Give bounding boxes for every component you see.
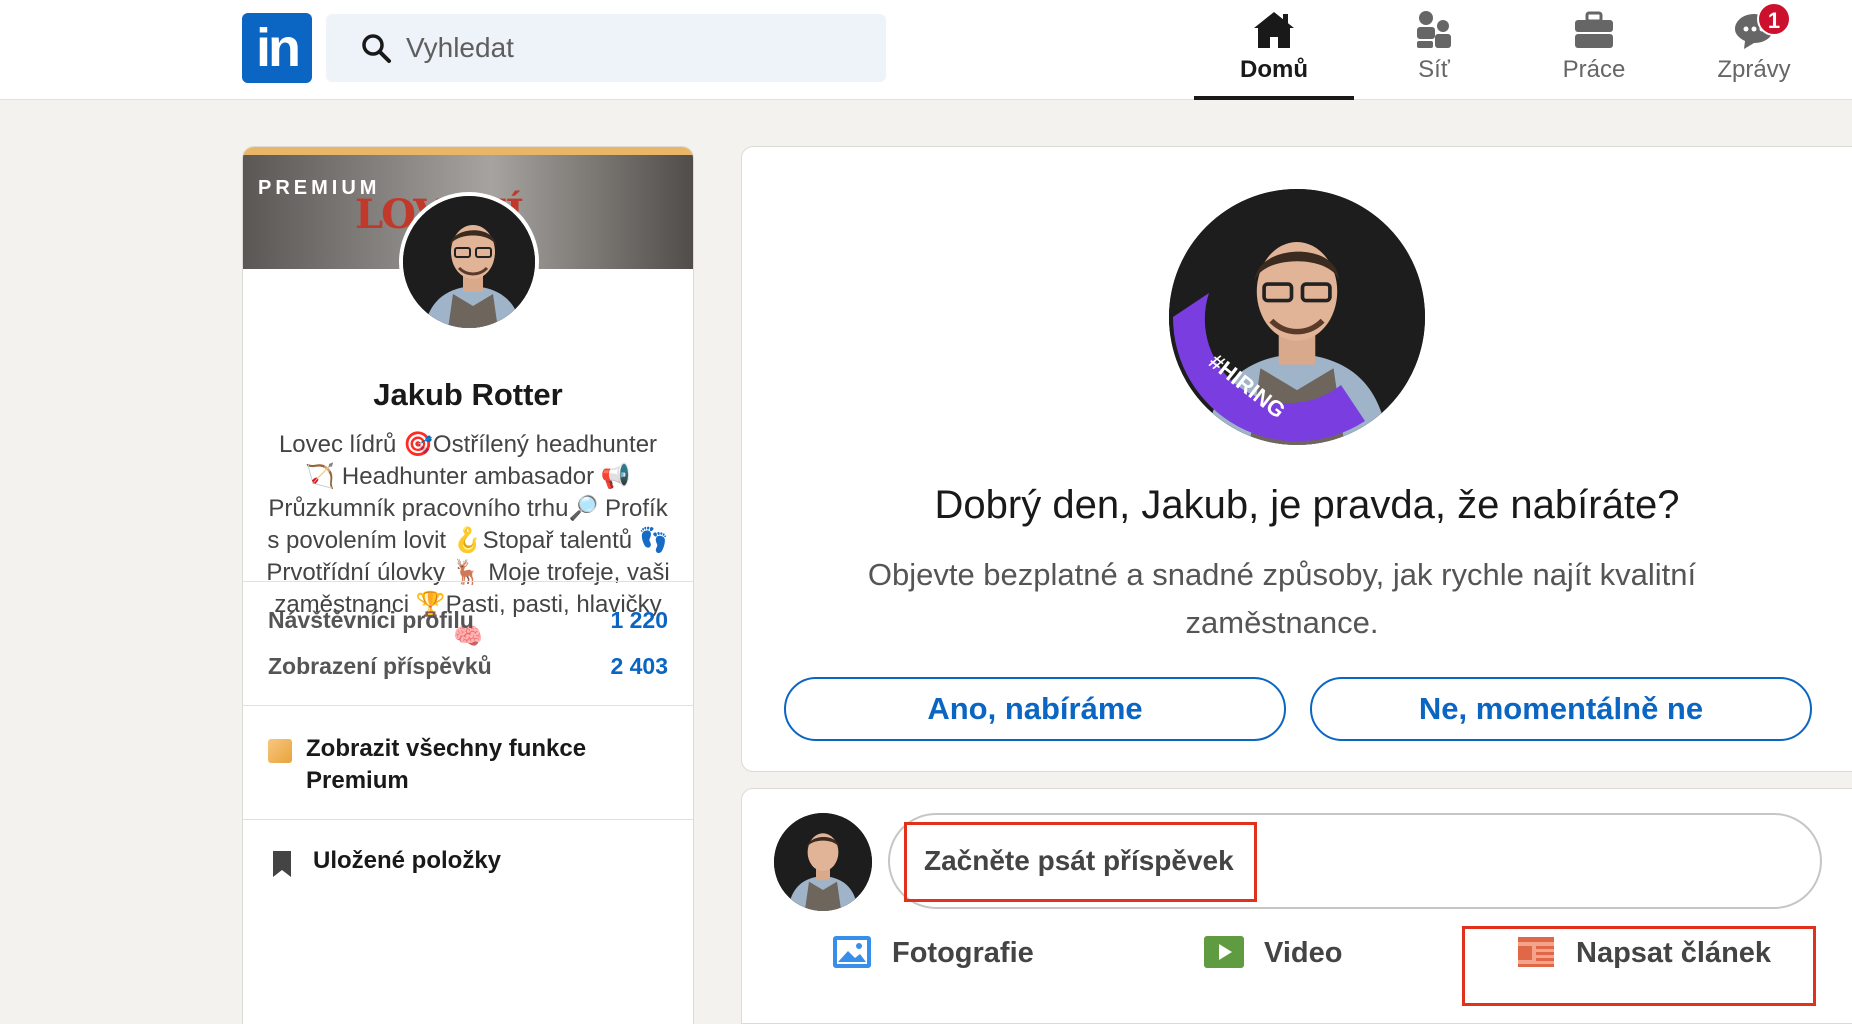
stat-value: 1 220	[610, 607, 668, 633]
nav-item-jobs[interactable]: Práce	[1514, 0, 1674, 100]
profile-name[interactable]: Jakub Rotter	[243, 377, 693, 413]
composer-avatar[interactable]	[774, 813, 872, 911]
search-icon	[362, 34, 391, 63]
write-article-label: Napsat článek	[1576, 937, 1772, 969]
nav-label-home: Domů	[1240, 56, 1308, 83]
profile-card: PREMIUM LOVENÍ Jakub Rotter Lovec lídrů …	[242, 146, 694, 1024]
home-icon	[1254, 12, 1294, 48]
saved-items-label: Uložené položky	[313, 847, 502, 874]
photo-icon	[833, 936, 871, 968]
person-photo-icon	[403, 196, 535, 328]
divider	[243, 819, 693, 820]
nav-item-messaging[interactable]: Zprávy	[1674, 0, 1834, 100]
profile-avatar[interactable]	[399, 192, 539, 332]
yes-hiring-button[interactable]: Ano, nabíráme	[784, 677, 1286, 741]
person-photo-icon	[774, 813, 872, 911]
photo-button[interactable]: Fotografie	[832, 929, 1052, 979]
start-post-input[interactable]: Začněte psát příspěvek	[888, 813, 1822, 909]
video-icon	[1204, 936, 1244, 968]
bookmark-icon	[273, 851, 291, 877]
notification-badge: 1	[1757, 2, 1791, 36]
premium-link-label: Zobrazit všechny funkce Premium	[306, 735, 587, 794]
stat-label: Zobrazení příspěvků	[268, 653, 492, 679]
nav-label-network: Síť	[1418, 56, 1450, 83]
divider	[243, 705, 693, 706]
stat-label: Návštěvníci profilu	[268, 607, 474, 633]
not-hiring-button[interactable]: Ne, momentálně ne	[1310, 677, 1812, 741]
briefcase-icon	[1575, 11, 1613, 48]
linkedin-logo[interactable]: in	[242, 13, 312, 83]
premium-icon	[268, 739, 292, 763]
hiring-frame-icon: #HIRING	[1172, 293, 1365, 442]
hiring-title: Dobrý den, Jakub, je pravda, že nabíráte…	[934, 483, 1680, 527]
search-input[interactable]: Vyhledat	[326, 14, 886, 82]
hiring-subtitle: Objevte bezplatné a snadné způsoby, jak …	[867, 557, 1697, 640]
nav-item-home[interactable]: Domů	[1194, 0, 1354, 100]
nav-label-messaging: Zprávy	[1717, 56, 1791, 83]
video-button[interactable]: Video	[1204, 929, 1374, 979]
start-post-placeholder: Začněte psát příspěvek	[924, 845, 1234, 876]
stat-post-impressions[interactable]: Zobrazení příspěvků 2 403	[268, 653, 668, 689]
post-composer: Začněte psát příspěvek Fotografie Video …	[741, 788, 1852, 1024]
network-icon	[1417, 11, 1451, 48]
hiring-prompt-card: #HIRING Dobrý den, Jakub, je pravda, že …	[741, 146, 1852, 772]
divider	[243, 581, 693, 582]
stat-profile-viewers[interactable]: Návštěvníci profilu 1 220	[268, 607, 668, 643]
video-label: Video	[1264, 937, 1343, 969]
photo-label: Fotografie	[892, 937, 1034, 969]
nav-item-network[interactable]: Síť	[1354, 0, 1514, 100]
top-navigation-bar: in Vyhledat Domů Síť Práce Zprávy 1	[0, 0, 1852, 100]
search-placeholder: Vyhledat	[406, 32, 514, 63]
write-article-button[interactable]: Napsat článek	[1516, 929, 1816, 979]
stat-value: 2 403	[610, 653, 668, 679]
nav-label-jobs: Práce	[1562, 56, 1626, 83]
article-icon	[1518, 937, 1554, 967]
